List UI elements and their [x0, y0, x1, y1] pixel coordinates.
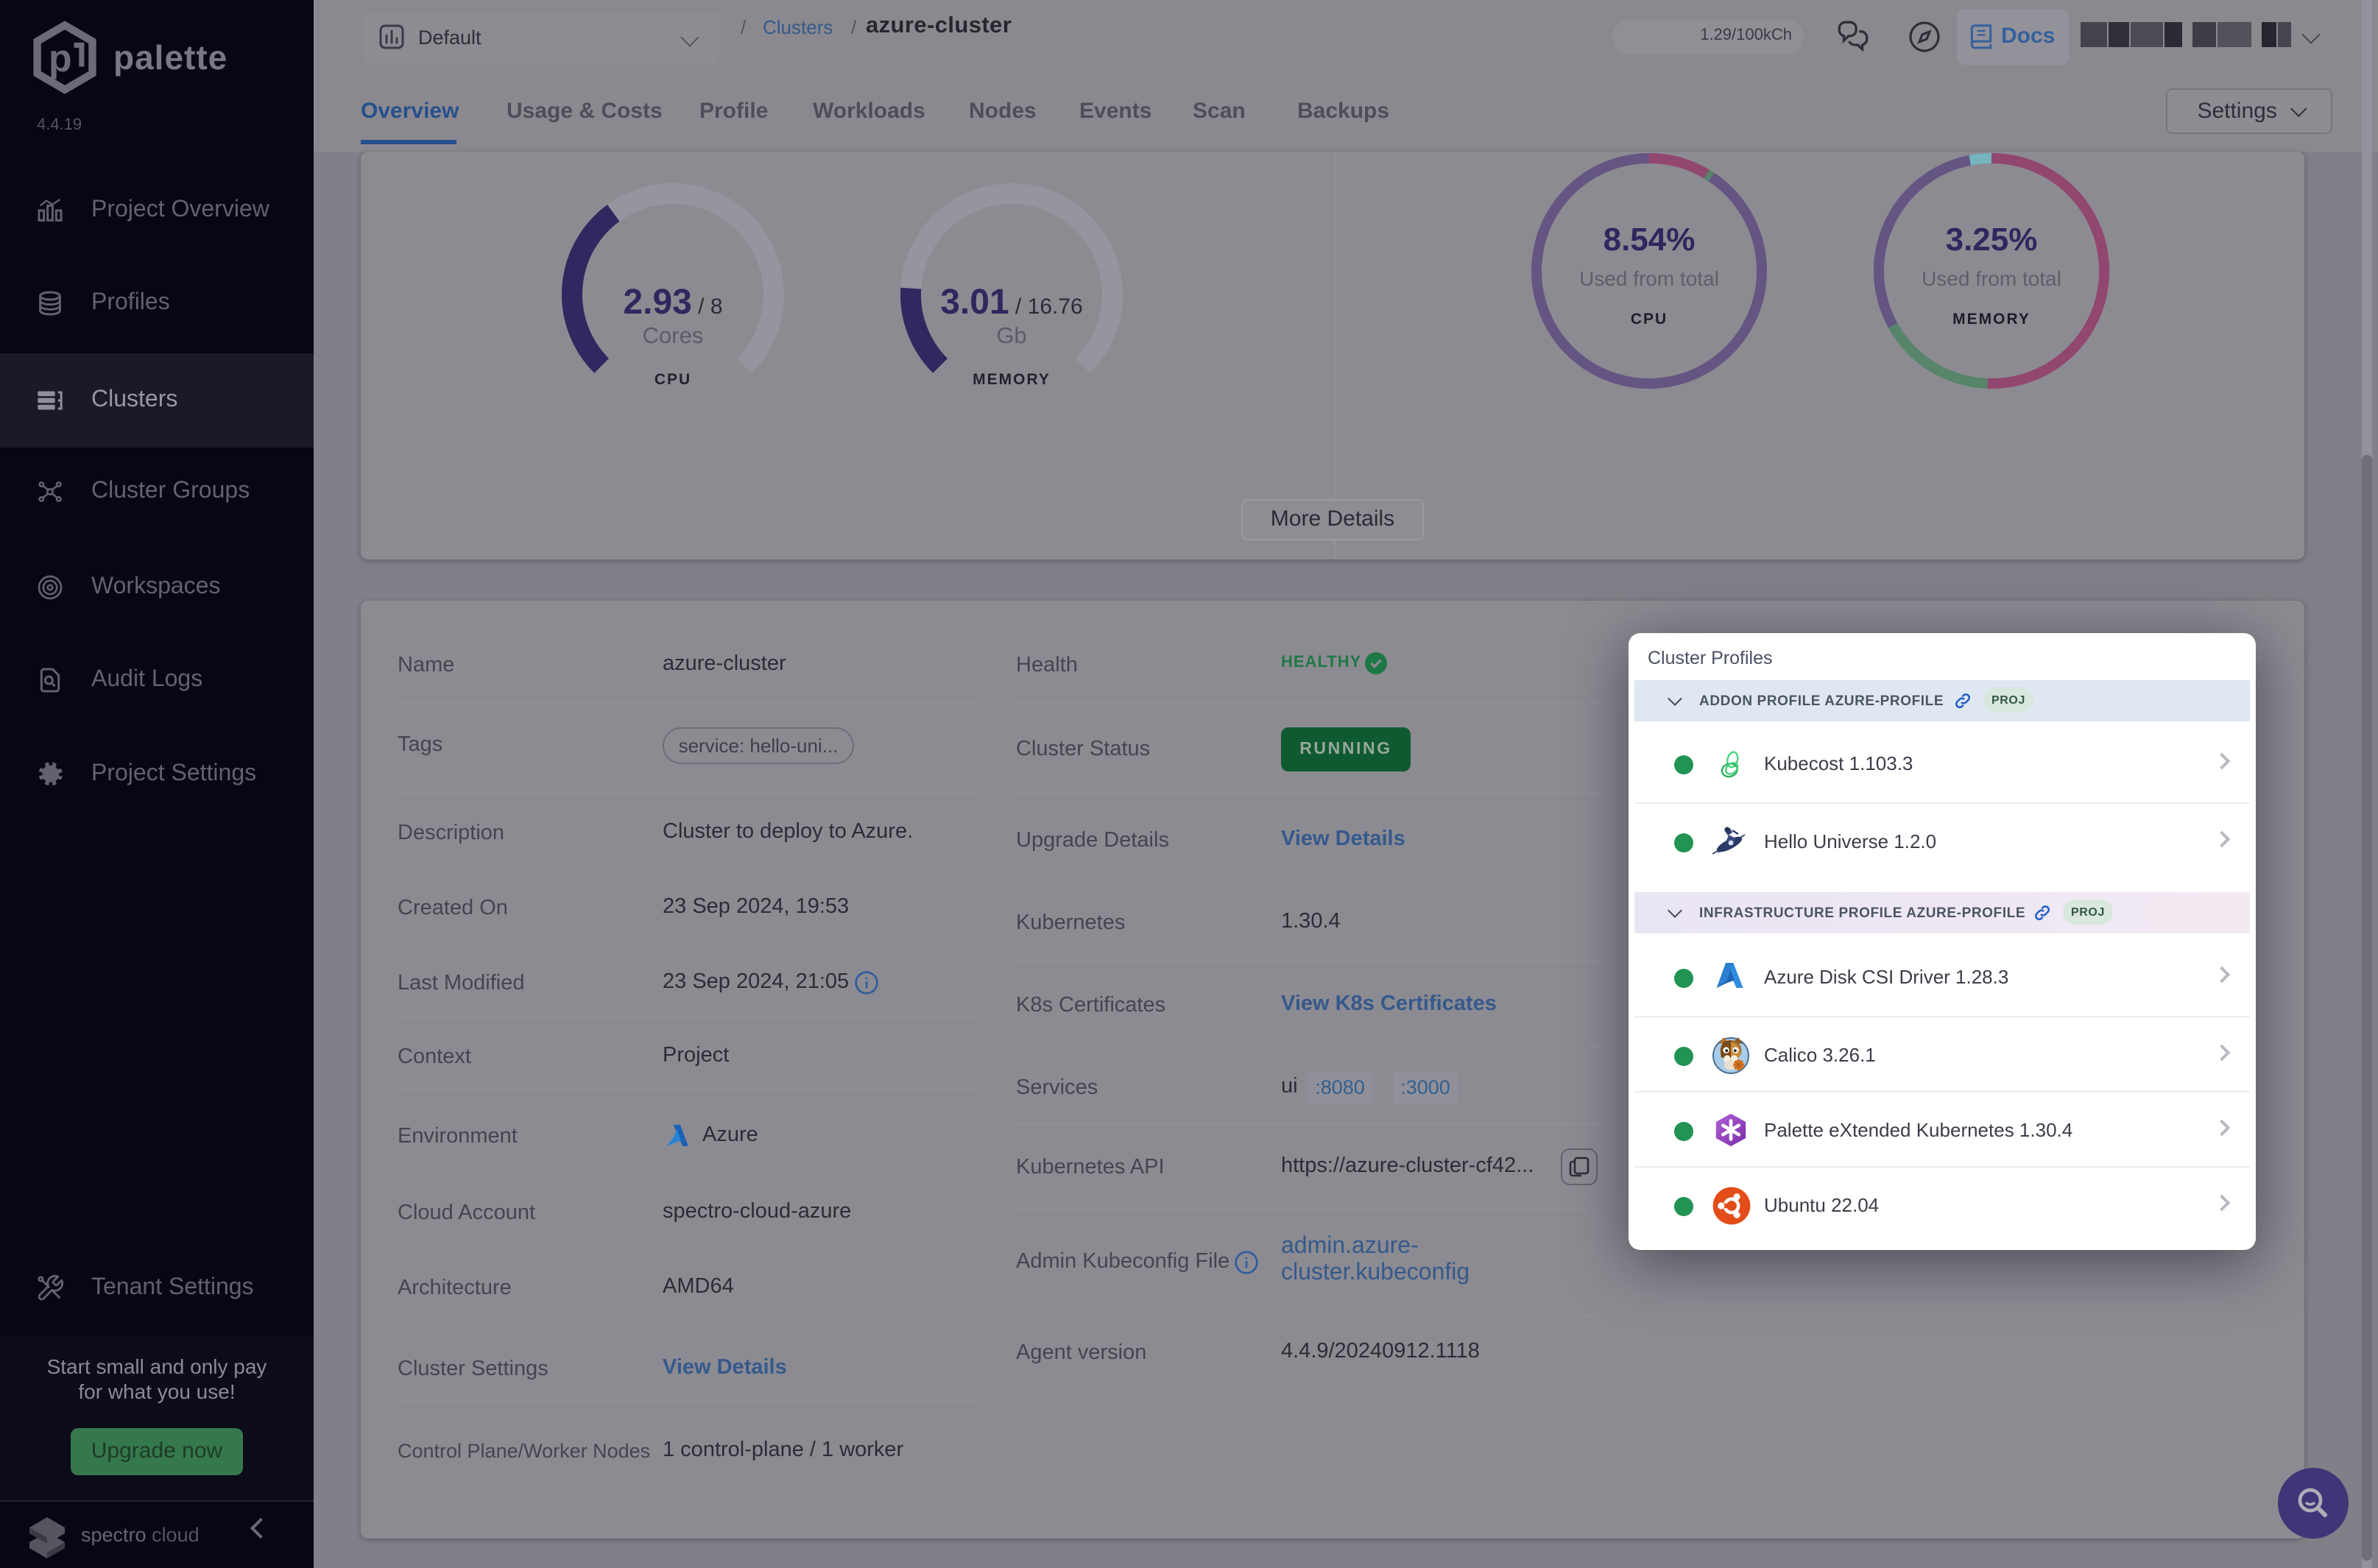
svg-text:p: p — [49, 38, 72, 80]
